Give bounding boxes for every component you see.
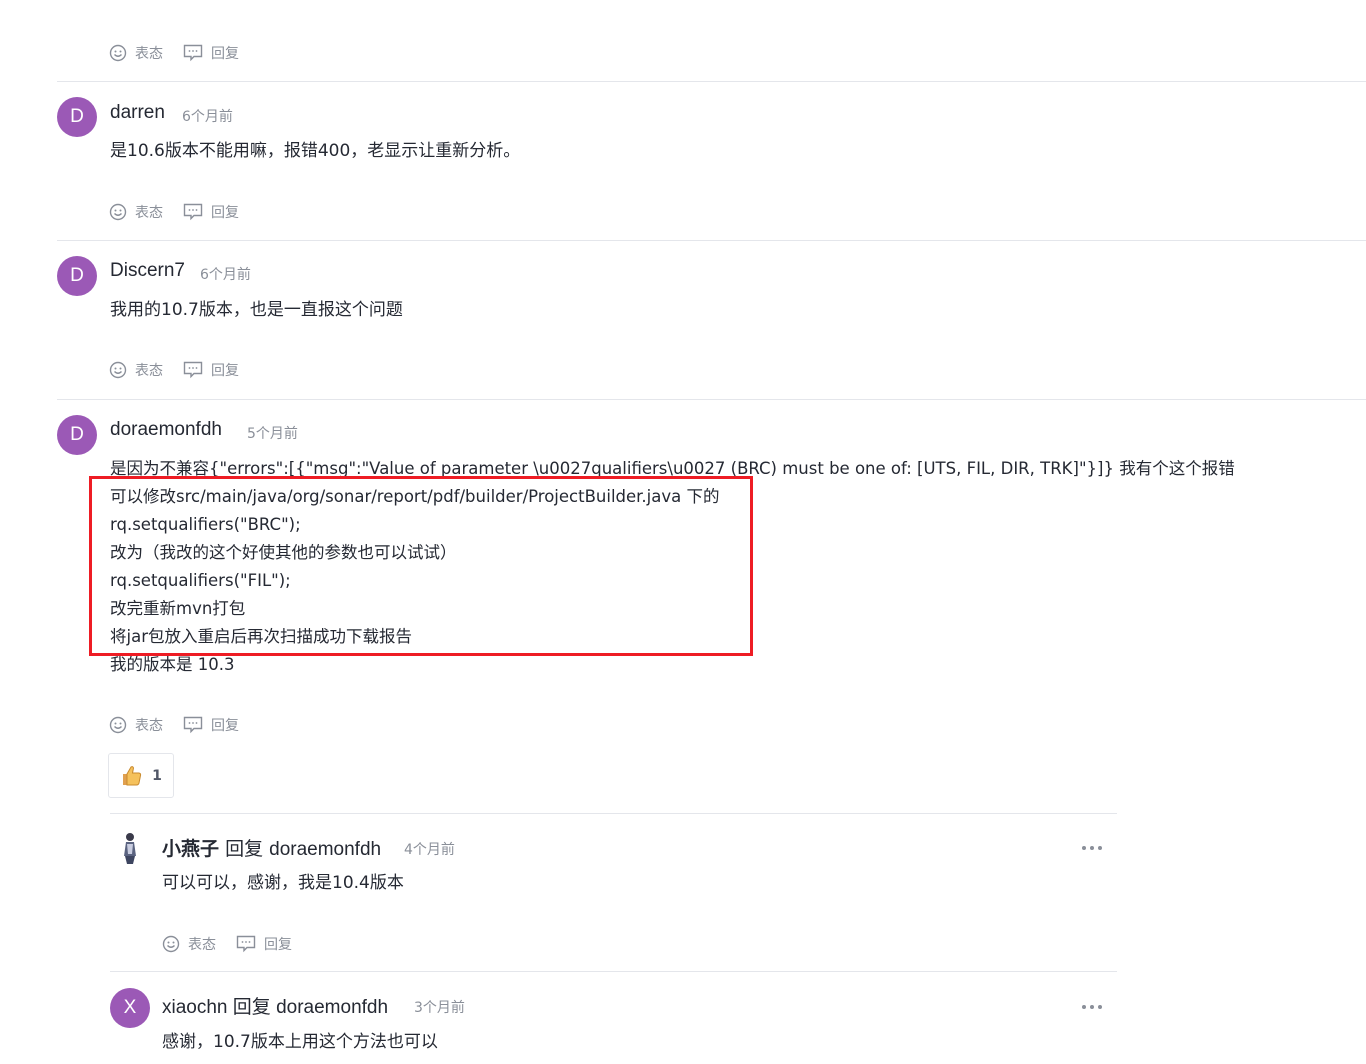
comment-icon — [183, 44, 203, 62]
reply-button[interactable]: 回复 — [236, 934, 292, 954]
comment-username[interactable]: Discern7 — [110, 260, 185, 282]
more-icon — [1082, 846, 1086, 850]
smile-icon — [109, 44, 127, 62]
divider — [57, 81, 1366, 82]
comment-icon — [183, 361, 203, 379]
reply-header: 小燕子 回复 doraemonfdh — [162, 838, 382, 860]
thumbs-up-icon — [123, 765, 142, 785]
avatar[interactable] — [112, 830, 148, 866]
comment-username[interactable]: darren — [110, 102, 165, 124]
smile-icon — [109, 361, 127, 379]
user-photo-icon — [124, 833, 136, 864]
more-menu-button[interactable] — [1082, 846, 1102, 850]
smile-icon — [162, 935, 180, 953]
comment-content: 是10.6版本不能用嘛，报错400，老显示让重新分析。 — [110, 141, 521, 161]
comment-time: 5个月前 — [247, 426, 298, 442]
reply-time: 4个月前 — [404, 842, 455, 858]
divider — [57, 399, 1366, 400]
action-row: 表态 回复 — [162, 934, 312, 954]
reply-time: 3个月前 — [414, 1000, 465, 1016]
comment-time: 6个月前 — [182, 109, 233, 125]
smile-icon — [109, 716, 127, 734]
reply-username[interactable]: xiaochn — [162, 997, 228, 1018]
avatar[interactable]: D — [57, 256, 97, 296]
comment-content: 我用的10.7版本，也是一直报这个问题 — [110, 300, 403, 320]
reply-header: xiaochn 回复 doraemonfdh — [162, 996, 389, 1018]
divider — [110, 971, 1117, 972]
comment-username[interactable]: doraemonfdh — [110, 419, 222, 441]
react-button[interactable]: 表态 — [109, 202, 163, 222]
reply-button[interactable]: 回复 — [183, 360, 239, 380]
reply-button[interactable]: 回复 — [183, 43, 239, 63]
divider — [110, 813, 1117, 814]
reply-username[interactable]: 小燕子 — [162, 838, 219, 860]
avatar[interactable]: X — [110, 988, 150, 1028]
more-icon — [1082, 1005, 1086, 1009]
more-menu-button[interactable] — [1082, 1005, 1102, 1009]
avatar[interactable]: D — [57, 97, 97, 137]
action-row: 表态 回复 — [109, 202, 259, 222]
avatar[interactable]: D — [57, 415, 97, 455]
react-button[interactable]: 表态 — [162, 934, 216, 954]
comment-icon — [183, 203, 203, 221]
reply-content: 可以可以，感谢，我是10.4版本 — [162, 873, 404, 893]
smile-icon — [109, 203, 127, 221]
comment-time: 6个月前 — [200, 267, 251, 283]
react-button[interactable]: 表态 — [109, 43, 163, 63]
reply-target[interactable]: doraemonfdh — [269, 839, 381, 860]
reply-button[interactable]: 回复 — [183, 202, 239, 222]
action-row-top: 表态 回复 — [109, 43, 259, 63]
react-button[interactable]: 表态 — [109, 360, 163, 380]
action-row: 表态 回复 — [109, 360, 259, 380]
action-row: 表态 回复 — [109, 715, 259, 735]
react-button[interactable]: 表态 — [109, 715, 163, 735]
reply-button[interactable]: 回复 — [183, 715, 239, 735]
highlight-box — [89, 476, 753, 656]
reply-target[interactable]: doraemonfdh — [276, 997, 388, 1018]
divider — [57, 240, 1366, 241]
reaction-thumbs-up[interactable]: 1 — [108, 753, 174, 798]
comment-icon — [236, 935, 256, 953]
reply-content: 感谢，10.7版本上用这个方法也可以 — [162, 1032, 438, 1052]
comment-icon — [183, 716, 203, 734]
